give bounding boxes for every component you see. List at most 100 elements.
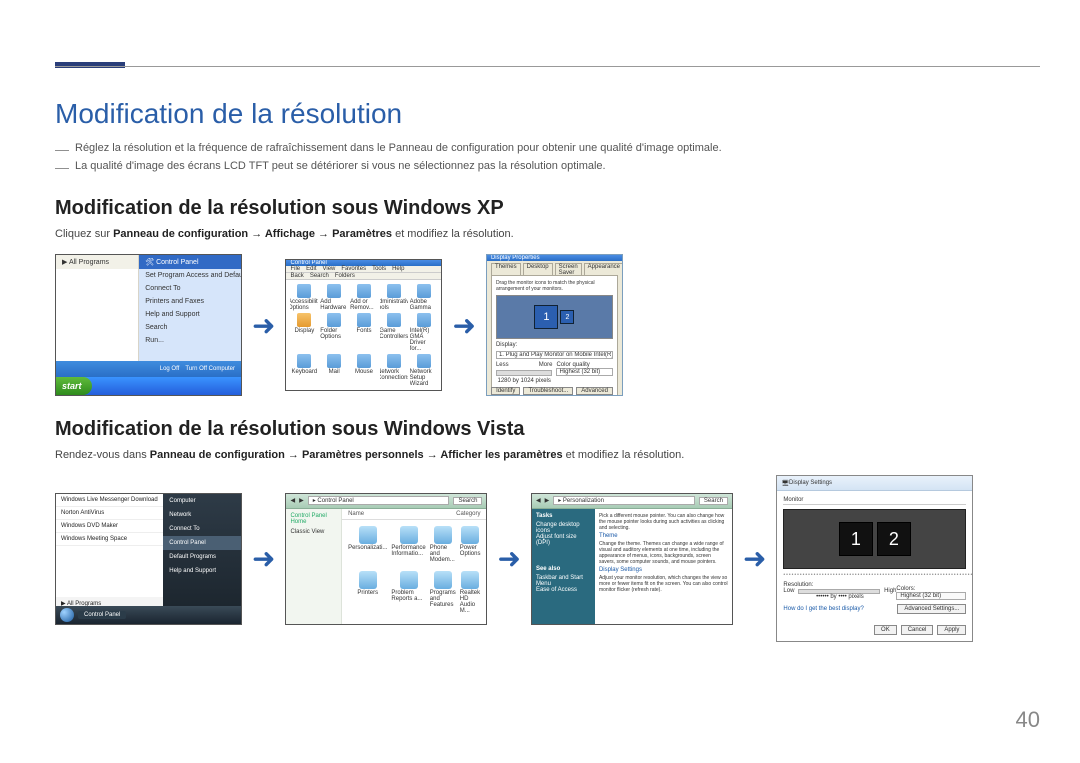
cpl-icon[interactable]: Folder Options xyxy=(320,313,348,352)
nav-fwd-icon[interactable]: ▶ xyxy=(545,497,550,504)
tab-monitor[interactable]: Monitor xyxy=(783,497,966,505)
vista-right-item[interactable]: Help and Support xyxy=(163,564,241,578)
search-input[interactable]: Search xyxy=(699,497,728,505)
xp-start-button[interactable]: start xyxy=(56,377,92,395)
cpl-icon[interactable]: Printers xyxy=(348,571,387,618)
xp-logoff-button[interactable]: Log Off xyxy=(160,366,180,372)
cpl-icon[interactable]: Intel(R) GMA Driver for... xyxy=(410,313,438,352)
seealso-link[interactable]: Taskbar and Start Menu xyxy=(536,575,591,587)
cpl-icon[interactable]: Add Hardware xyxy=(320,284,348,311)
cpl-icon[interactable]: Problem Reports a... xyxy=(391,571,425,618)
nav-fwd-icon[interactable]: ▶ xyxy=(299,497,304,504)
apply-button[interactable]: Apply xyxy=(937,625,966,635)
resolution-slider[interactable] xyxy=(496,370,553,376)
display-select[interactable]: 1. Plug and Play Monitor on Mobile Intel… xyxy=(496,351,613,359)
vista-personalization-screenshot: ◀ ▶ ▸ Personalization Search Tasks Chang… xyxy=(531,493,733,625)
troubleshoot-button[interactable]: Troubleshoot... xyxy=(523,387,573,395)
menu-tools[interactable]: Tools xyxy=(372,266,386,272)
monitor-2[interactable]: 2 xyxy=(877,522,911,556)
xp-all-programs[interactable]: ▶ All Programs xyxy=(56,255,138,269)
xp-menu-item[interactable]: Run... xyxy=(139,334,241,347)
menu-help[interactable]: Help xyxy=(392,266,404,272)
search-input[interactable]: Search xyxy=(453,497,482,505)
nav-back-icon[interactable]: ◀ xyxy=(290,497,295,504)
cpl-icon[interactable]: Network Connections xyxy=(380,354,408,387)
task-link[interactable]: Change desktop icons xyxy=(536,522,591,534)
arrow-right-icon: ➜ xyxy=(452,309,475,342)
cpl-icon[interactable]: Mouse xyxy=(350,354,378,387)
xp-menu-item[interactable]: Help and Support xyxy=(139,308,241,321)
menu-file[interactable]: File xyxy=(290,266,300,272)
page-content: Modification de la résolution ―Réglez la… xyxy=(55,90,1040,642)
taskbar-item[interactable]: Control Panel xyxy=(78,611,126,619)
resolution-slider[interactable] xyxy=(798,589,880,594)
monitor-2[interactable]: 2 xyxy=(560,310,574,324)
task-link[interactable]: Adjust font size (DPI) xyxy=(536,534,591,546)
nav-back-icon[interactable]: ◀ xyxy=(536,497,541,504)
cpl-icon[interactable]: Keyboard xyxy=(290,354,318,387)
colors-select[interactable]: Highest (32 bit) xyxy=(556,368,613,376)
cpl-icon[interactable]: Power Options xyxy=(460,526,481,567)
xp-menu-item[interactable]: Search xyxy=(139,321,241,334)
vista-right-control-panel[interactable]: Control Panel xyxy=(163,536,241,550)
cpl-icon[interactable]: Game Controllers xyxy=(380,313,408,352)
xp-turnoff-button[interactable]: Turn Off Computer xyxy=(185,366,235,372)
ok-button[interactable]: OK xyxy=(874,625,897,635)
vista-start-item[interactable]: Windows Meeting Space xyxy=(56,533,163,546)
cpl-icon[interactable]: Realtek HD Audio M... xyxy=(460,571,481,618)
vista-right-item[interactable]: Computer xyxy=(163,494,241,508)
xp-control-panel-item[interactable]: 🛠 Control Panel xyxy=(139,255,241,269)
cpl-icon[interactable]: Adobe Gamma xyxy=(410,284,438,311)
cpl-icon-personalization[interactable]: Personalizati... xyxy=(348,526,387,567)
menu-favorites[interactable]: Favorites xyxy=(341,266,366,272)
vista-start-item[interactable]: Norton AntiVirus xyxy=(56,507,163,520)
theme-link[interactable]: Theme xyxy=(599,533,728,539)
help-link[interactable]: How do I get the best display? xyxy=(783,606,863,612)
monitor-1[interactable]: 1 xyxy=(839,522,873,556)
xp-menu-item[interactable]: Set Program Access and Defaults xyxy=(139,269,241,282)
breadcrumb[interactable]: ▸ Personalization xyxy=(553,496,695,505)
cpl-icon[interactable]: Add or Remov... xyxy=(350,284,378,311)
vista-start-orb-icon[interactable] xyxy=(60,608,74,622)
tab-screensaver[interactable]: Screen Saver xyxy=(555,263,582,275)
search-button[interactable]: Search xyxy=(310,273,329,279)
advanced-button[interactable]: Advanced xyxy=(576,387,613,395)
cancel-button[interactable]: Cancel xyxy=(901,625,934,635)
classic-view-link[interactable]: Classic View xyxy=(290,529,337,535)
vista-right-item[interactable]: Default Programs xyxy=(163,550,241,564)
cpl-icon[interactable]: Programs and Features xyxy=(430,571,456,618)
breadcrumb[interactable]: ▸ Control Panel xyxy=(308,496,450,505)
redacted-dropdown[interactable]: ••••••••••••••••••••••••••••••••••••••••… xyxy=(783,573,966,578)
cpl-icon[interactable]: Performance Informatio... xyxy=(391,526,425,567)
cpl-icon-display[interactable]: Display xyxy=(290,313,318,352)
menu-edit[interactable]: Edit xyxy=(306,266,316,272)
vista-start-item[interactable]: Windows DVD Maker xyxy=(56,520,163,533)
vista-start-item[interactable]: Windows Live Messenger Download xyxy=(56,494,163,507)
colors-select[interactable]: Highest (32 bit) xyxy=(896,592,966,600)
cpl-icon[interactable]: Fonts xyxy=(350,313,378,352)
vista-right-item[interactable]: Network xyxy=(163,508,241,522)
display-settings-link[interactable]: Display Settings xyxy=(599,567,728,573)
xp-menu-item[interactable]: Printers and Faxes xyxy=(139,295,241,308)
back-button[interactable]: Back xyxy=(290,273,303,279)
cpl-icon[interactable]: Administrative Tools xyxy=(380,284,408,311)
menu-view[interactable]: View xyxy=(322,266,335,272)
advanced-settings-button[interactable]: Advanced Settings... xyxy=(897,604,966,614)
cpl-icon[interactable]: Phone and Modem... xyxy=(430,526,456,567)
cpl-home-link[interactable]: Control Panel Home xyxy=(290,513,337,525)
folders-button[interactable]: Folders xyxy=(335,273,355,279)
tab-themes[interactable]: Themes xyxy=(491,263,521,275)
vista-instr-bold: Panneau de configuration → Paramètres pe… xyxy=(150,449,563,461)
xp-menu-item[interactable]: Connect To xyxy=(139,282,241,295)
seealso-link[interactable]: Ease of Access xyxy=(536,587,591,593)
cpl-icon[interactable]: Network Setup Wizard xyxy=(410,354,438,387)
cpl-icon[interactable]: Accessibility Options xyxy=(290,284,318,311)
tab-appearance[interactable]: Appearance xyxy=(584,263,623,275)
vista-right-item[interactable]: Connect To xyxy=(163,522,241,536)
cpl-icon[interactable]: Mail xyxy=(320,354,348,387)
tab-desktop[interactable]: Desktop xyxy=(523,263,553,275)
xp-monitor-layout[interactable]: 1 2 xyxy=(496,295,613,339)
vista-monitor-layout[interactable]: 1 2 xyxy=(783,509,966,569)
monitor-1[interactable]: 1 xyxy=(534,305,558,329)
identify-button[interactable]: Identify xyxy=(491,387,520,395)
